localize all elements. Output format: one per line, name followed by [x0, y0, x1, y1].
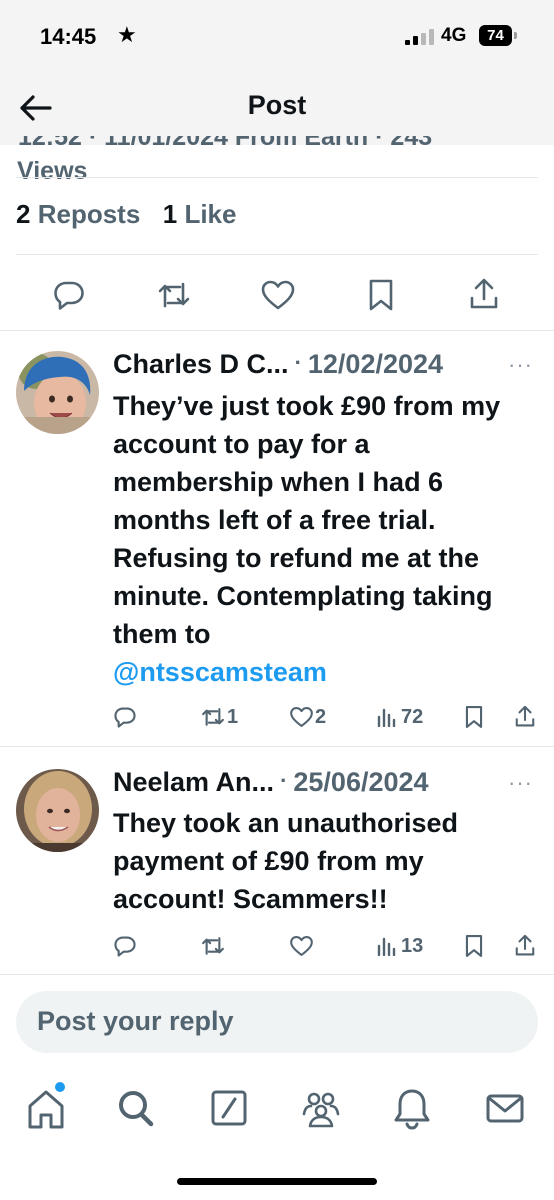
status-time: 14:45 [40, 24, 97, 49]
avatar-image [16, 351, 99, 434]
share-button[interactable] [514, 704, 536, 734]
repost-icon [202, 937, 224, 955]
tab-communities[interactable] [299, 1086, 343, 1130]
reply-placeholder: Post your reply [37, 1006, 234, 1036]
repost-button[interactable] [200, 934, 226, 963]
more-options-icon[interactable]: ··· [508, 352, 533, 378]
repost-icon [158, 282, 190, 308]
home-icon [28, 1090, 64, 1129]
bookmark-button[interactable] [367, 278, 395, 312]
more-options-icon[interactable]: ··· [508, 770, 533, 796]
reply-button[interactable] [113, 705, 137, 734]
avatar[interactable] [16, 351, 99, 434]
reply-header: Neelam An... · 25/06/2024 [113, 767, 429, 798]
likes-count[interactable]: 1 [163, 199, 177, 229]
comment-icon [114, 707, 136, 728]
repost-icon [202, 708, 224, 726]
page-title: Post [247, 90, 307, 120]
divider [0, 746, 554, 747]
tab-messages[interactable] [485, 1086, 529, 1130]
reply-text: They’ve just took £90 from my account to… [113, 387, 533, 691]
notifications-icon [394, 1089, 430, 1130]
tab-grok[interactable] [209, 1086, 253, 1130]
reposts-label[interactable]: Reposts [38, 199, 141, 229]
bookmark-button[interactable] [464, 934, 484, 963]
analytics-icon [377, 708, 396, 728]
like-count: 2 [315, 706, 327, 728]
separator-dot: · [280, 768, 288, 793]
battery-cap [514, 32, 517, 39]
comment-icon [114, 936, 136, 957]
reply-date[interactable]: 25/06/2024 [293, 767, 428, 797]
star-icon: ★ [117, 22, 137, 47]
share-icon [470, 278, 498, 309]
views-label: Views [17, 157, 88, 185]
communities-icon [302, 1092, 340, 1128]
network-type: 4G [441, 25, 467, 46]
divider [16, 177, 538, 178]
views-count: 13 [401, 935, 424, 957]
author-name[interactable]: Neelam An... [113, 767, 274, 797]
heart-icon [290, 936, 313, 956]
nav-bar: Post [0, 78, 554, 138]
like-button[interactable] [260, 279, 296, 311]
reply-text: They took an unauthorised payment of £90… [113, 804, 533, 918]
comment-icon [54, 281, 84, 310]
bookmark-icon [465, 706, 483, 728]
tab-search[interactable] [116, 1086, 160, 1130]
heart-icon [290, 707, 313, 727]
likes-label[interactable]: Like [184, 199, 236, 229]
author-name[interactable]: Charles D C... [113, 349, 289, 379]
reply-date[interactable]: 12/02/2024 [308, 349, 443, 379]
avatar[interactable] [16, 769, 99, 852]
messages-icon [486, 1094, 524, 1123]
signal-icon [405, 29, 435, 45]
repost-button[interactable] [156, 278, 192, 312]
status-bar: 14:45 ★ 4G 74 [0, 0, 554, 70]
home-indicator [177, 1178, 377, 1185]
bookmark-icon [369, 279, 393, 311]
reply-input[interactable]: Post your reply [16, 991, 538, 1053]
tab-home[interactable] [26, 1086, 70, 1130]
bookmark-button[interactable] [464, 705, 484, 734]
share-button[interactable] [514, 933, 536, 963]
battery-icon: 74 [479, 25, 512, 46]
reply-body-text: They’ve just took £90 from my account to… [113, 391, 501, 649]
tab-notifications[interactable] [392, 1086, 436, 1130]
divider [0, 974, 554, 975]
share-icon [515, 705, 535, 727]
like-button[interactable] [289, 935, 314, 962]
battery-level: 74 [487, 27, 504, 44]
reply-body-text: They took an unauthorised payment of £90… [113, 808, 459, 914]
views-button[interactable] [377, 936, 397, 961]
heart-icon [261, 280, 295, 310]
analytics-icon [377, 937, 396, 957]
views-button[interactable] [377, 707, 397, 732]
views-count: 72 [401, 706, 424, 728]
unread-indicator [55, 1082, 65, 1092]
mention-link[interactable]: @ntsscamsteam [113, 657, 327, 687]
reposts-count[interactable]: 2 [16, 199, 30, 229]
separator-dot: · [294, 350, 302, 375]
reply-header: Charles D C... · 12/02/2024 [113, 349, 443, 380]
reply-button[interactable] [113, 934, 137, 963]
repost-count: 1 [227, 706, 239, 728]
like-button[interactable] [289, 706, 314, 733]
share-button[interactable] [468, 276, 500, 312]
avatar-image [16, 769, 99, 852]
repost-button[interactable] [200, 705, 226, 734]
post-meta-truncated: 12:52 · 11/01/2024 From Earth · 243 [18, 136, 498, 145]
bookmark-icon [465, 935, 483, 957]
post-stats: 2 Reposts 1 Like [16, 199, 236, 230]
divider [16, 254, 538, 255]
divider [0, 330, 554, 331]
search-icon [119, 1091, 154, 1127]
grok-icon [211, 1090, 247, 1126]
share-icon [515, 934, 535, 956]
reply-button[interactable] [52, 278, 86, 312]
tab-bar [0, 1078, 554, 1148]
